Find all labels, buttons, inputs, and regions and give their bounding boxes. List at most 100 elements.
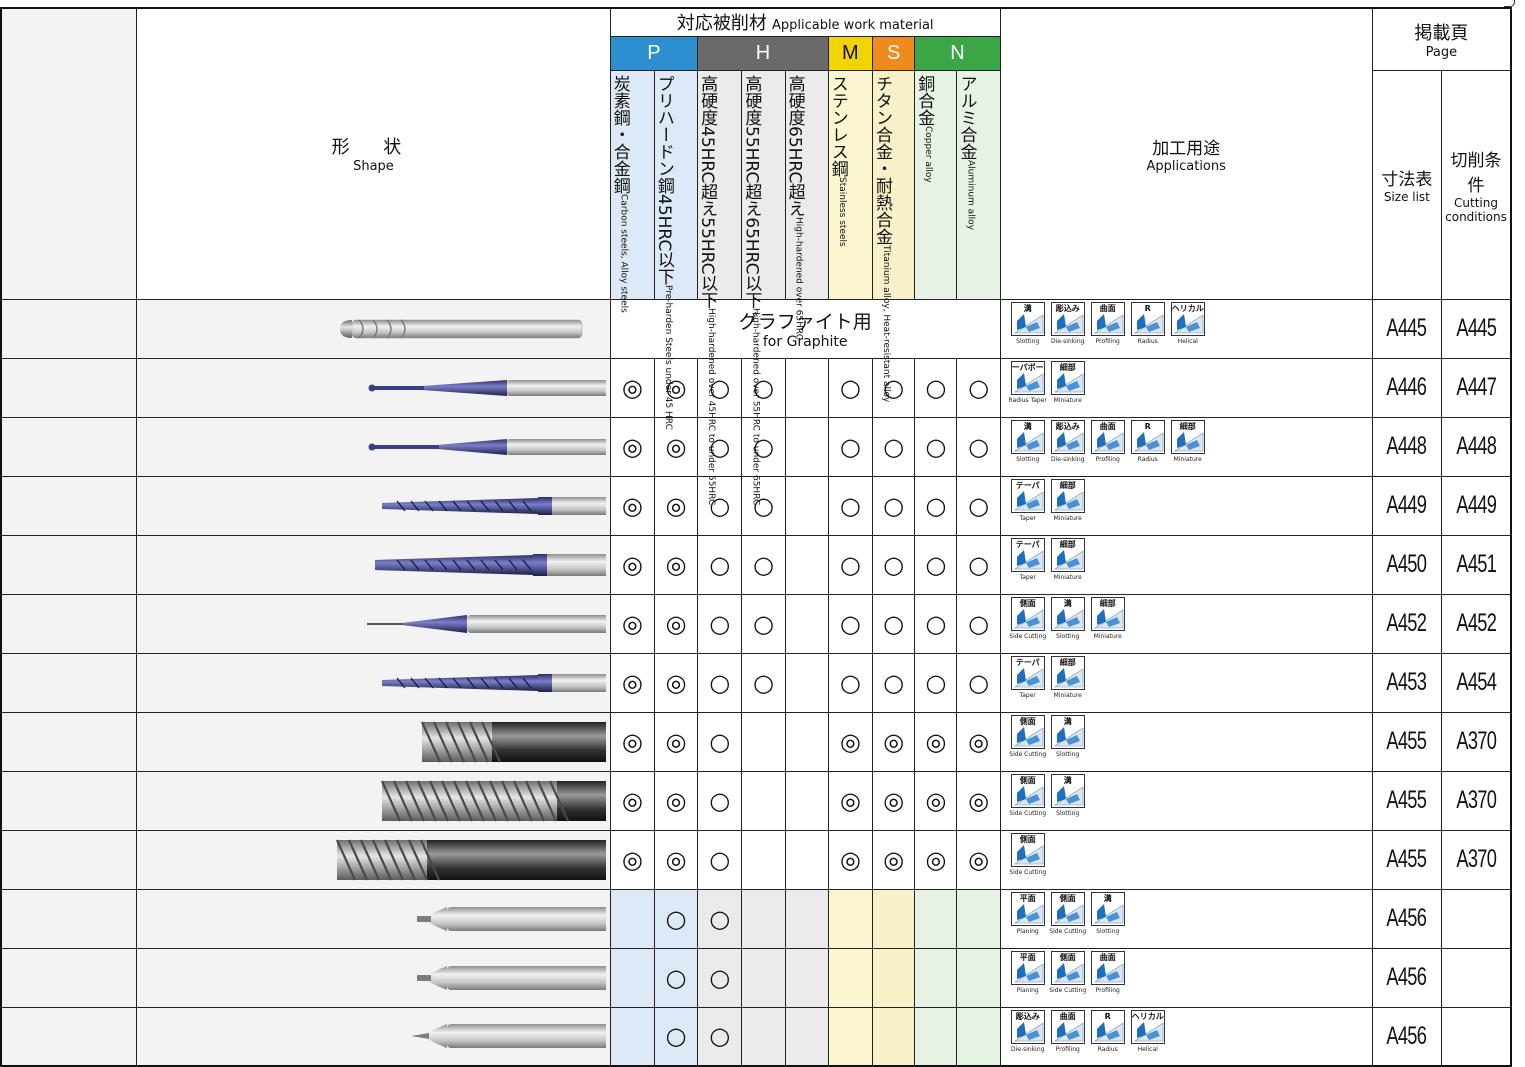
suitability-mark: ◎ — [653, 829, 699, 890]
cutting-conditions-page-code[interactable]: A451 — [1456, 550, 1496, 579]
size-list-page-code[interactable]: A452 — [1387, 609, 1427, 638]
suitability-mark — [827, 888, 874, 949]
cutting-conditions-page-code[interactable]: A370 — [1456, 727, 1496, 756]
cutting-conditions-page-code[interactable]: A370 — [1456, 786, 1496, 815]
suitability-mark: ○ — [827, 534, 874, 595]
row-blank-cell — [0, 947, 138, 1008]
cutting-conditions-page-link[interactable] — [1445, 888, 1507, 949]
application-icon: 平面 Planing — [1009, 891, 1047, 941]
cutting-conditions-page-link[interactable]: A370 — [1445, 711, 1507, 772]
suitability-mark: ◎ — [609, 711, 655, 772]
size-list-page-link[interactable]: A455 — [1376, 711, 1438, 772]
size-list-page-link[interactable]: A446 — [1376, 357, 1438, 418]
application-icon: 溝 Slotting — [1009, 419, 1047, 469]
size-list-page-code[interactable]: A456 — [1387, 1022, 1427, 1051]
cutting-conditions-page-link[interactable]: A370 — [1445, 829, 1507, 890]
size-list-page-code[interactable]: A449 — [1387, 491, 1427, 520]
size-list-page-link[interactable]: A449 — [1376, 475, 1438, 536]
applications-cell: 側面 Side Cutting 溝 Slotting — [999, 711, 1373, 772]
row-blank-cell — [0, 652, 138, 713]
application-icon-caption: Miniature — [1173, 455, 1202, 463]
suitability-mark: ◎ — [827, 770, 874, 831]
size-list-page-link[interactable]: A445 — [1376, 298, 1438, 359]
size-list-page-code[interactable]: A450 — [1387, 550, 1427, 579]
cutting-conditions-page-link[interactable]: A448 — [1445, 416, 1507, 477]
application-icon: 細部 Miniature — [1049, 537, 1087, 587]
cutting-conditions-page-code[interactable]: A448 — [1456, 432, 1496, 461]
cutting-conditions-page-code[interactable]: A449 — [1456, 491, 1496, 520]
cutting-conditions-page-code[interactable]: A370 — [1456, 845, 1496, 874]
applications-cell: 側面 Side Cutting 溝 Slotting — [999, 770, 1373, 831]
application-icon-label: ヘリカル — [1171, 303, 1204, 313]
cutting-conditions-page-link[interactable]: A370 — [1445, 770, 1507, 831]
application-icon-box: 彫込み — [1050, 419, 1085, 454]
size-list-page-link[interactable]: A456 — [1376, 888, 1438, 949]
suitability-mark: ◎ — [914, 829, 958, 890]
size-list-page-link[interactable]: A450 — [1376, 534, 1438, 595]
cutting-conditions-page-code[interactable]: A445 — [1456, 314, 1496, 343]
suitability-mark: ◎ — [914, 711, 958, 772]
cutting-conditions-page-link[interactable]: A451 — [1445, 534, 1507, 595]
suitability-mark — [914, 947, 958, 1008]
application-icon-box: 側面 — [1010, 773, 1045, 808]
cutting-conditions-page-link[interactable] — [1445, 947, 1507, 1008]
row-blank-cell — [0, 711, 138, 772]
cutting-conditions-page-link[interactable]: A447 — [1445, 357, 1507, 418]
size-list-page-code[interactable]: A446 — [1387, 373, 1427, 402]
table-row: ○ ○ 平面 Planing 側面 Side Cutting 曲面 Profiling A… — [0, 947, 1511, 1008]
size-list-page-link[interactable]: A455 — [1376, 770, 1438, 831]
material-label-en: High-hardened over 55HRC to under 65HRC — [750, 308, 761, 506]
size-list-page-code[interactable]: A448 — [1387, 432, 1427, 461]
cutting-conditions-page-link[interactable]: A452 — [1445, 593, 1507, 654]
suitability-mark: ◎ — [653, 652, 699, 713]
size-list-page-code[interactable]: A455 — [1387, 845, 1427, 874]
page-header-en: Page — [1425, 44, 1458, 60]
size-list-page-link[interactable]: A456 — [1376, 947, 1438, 1008]
suitability-mark — [956, 888, 1001, 949]
size-list-page-link[interactable]: A456 — [1376, 1006, 1438, 1067]
application-icon-box: テーパ — [1010, 655, 1045, 690]
application-icon: テーパ Taper — [1009, 537, 1047, 587]
application-icon-label: ヘリカル — [1131, 1011, 1164, 1021]
table-row: ○ ○ 彫込み Die-sinking 曲面 Profiling R Radius ヘリ… — [0, 1006, 1511, 1067]
application-icon: テーパボール Radius Taper — [1009, 360, 1047, 410]
size-list-page-code[interactable]: A455 — [1387, 727, 1427, 756]
size-list-page-link[interactable]: A455 — [1376, 829, 1438, 890]
suitability-mark — [871, 1006, 916, 1067]
shape-cell — [136, 1006, 611, 1067]
suitability-mark: ◎ — [956, 829, 1001, 890]
cutting-conditions-page-link[interactable]: A454 — [1445, 652, 1507, 713]
shape-cell — [136, 947, 611, 1008]
size-list-page-code[interactable]: A456 — [1387, 904, 1427, 933]
size-list-page-code[interactable]: A453 — [1387, 668, 1427, 697]
cutting-conditions-page-link[interactable] — [1445, 1006, 1507, 1067]
size-list-page-code[interactable]: A456 — [1387, 963, 1427, 992]
size-list-header-en: Size list — [1383, 190, 1430, 204]
suitability-mark — [784, 829, 829, 890]
suitability-mark: ○ — [914, 534, 958, 595]
application-icon-label: 平面 — [1018, 952, 1037, 962]
application-icon: 側面 Side Cutting — [1049, 891, 1087, 941]
size-list-page-link[interactable]: A453 — [1376, 652, 1438, 713]
cutting-conditions-page-code[interactable]: A454 — [1456, 668, 1496, 697]
cutting-conditions-page-link[interactable]: A449 — [1445, 475, 1507, 536]
size-list-page-code[interactable]: A455 — [1387, 786, 1427, 815]
size-list-page-link[interactable]: A452 — [1376, 593, 1438, 654]
application-icon: R Radius — [1129, 301, 1167, 351]
shape-cell — [136, 298, 611, 359]
row-blank-cell — [0, 829, 138, 890]
application-icon: R Radius — [1089, 1009, 1127, 1059]
size-list-page-code[interactable]: A445 — [1387, 314, 1427, 343]
cutting-conditions-page-code[interactable]: A452 — [1456, 609, 1496, 638]
size-list-page-link[interactable]: A448 — [1376, 416, 1438, 477]
suitability-mark — [741, 947, 786, 1008]
application-icon-box: 溝 — [1010, 301, 1045, 336]
application-icon-label: 側面 — [1018, 598, 1037, 608]
cutting-conditions-header-en1: Cutting — [1454, 195, 1498, 210]
suitability-mark — [741, 829, 786, 890]
suitability-mark: ○ — [827, 416, 874, 477]
suitability-mark: ◎ — [653, 357, 699, 418]
row-blank-cell — [0, 593, 138, 654]
cutting-conditions-page-link[interactable]: A445 — [1445, 298, 1507, 359]
cutting-conditions-page-code[interactable]: A447 — [1456, 373, 1496, 402]
